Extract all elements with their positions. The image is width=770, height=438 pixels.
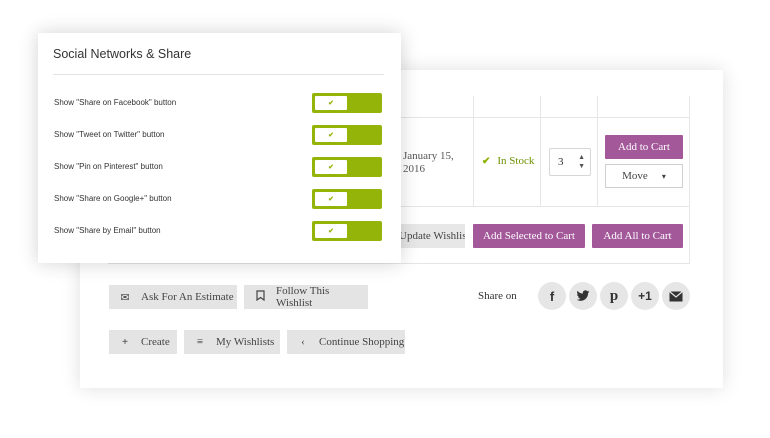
check-icon: ✔ [482,155,491,167]
add-selected-to-cart-button[interactable]: Add Selected to Cart [473,224,585,248]
toggle-knob: ✔ [315,160,347,174]
bookmark-icon [254,290,266,304]
quantity-stepper[interactable]: 3 ▲ ▼ [549,148,591,176]
follow-label: Follow This Wishlist [276,285,330,309]
plus-icon: + [121,336,129,348]
share-on-label: Share on [478,290,517,302]
table-divider [540,96,541,206]
continue-shopping-label: Continue Shopping [319,336,405,348]
create-label: Create [141,336,170,348]
facebook-icon[interactable]: f [538,282,566,310]
toggle-pinterest[interactable]: ✔ [312,157,382,177]
my-wishlists-button[interactable]: ≡ My Wishlists [184,330,280,354]
ask-estimate-button[interactable]: ✉ Ask For An Estimate [109,285,237,309]
table-divider [473,96,474,206]
email-icon[interactable] [662,282,690,310]
option-label-google-plus: Show "Share on Google+" button [54,194,172,203]
toggle-email[interactable]: ✔ [312,221,382,241]
toggle-knob: ✔ [315,128,347,142]
envelope-icon: ✉ [120,291,130,304]
divider [53,74,384,75]
twitter-icon[interactable] [569,282,597,310]
option-label-twitter: Show "Tweet on Twitter" button [54,130,165,139]
google-plus-icon[interactable]: +1 [631,282,659,310]
quantity-value: 3 [558,156,564,168]
toggle-knob: ✔ [315,224,347,238]
chevron-down-icon: ▾ [661,171,666,181]
stock-text: In Stock [497,155,535,167]
chevron-left-icon: ‹ [301,336,305,348]
panel-title: Social Networks & Share [53,47,192,61]
stock-status: ✔ In Stock [482,155,534,167]
move-select[interactable]: Move ▾ [605,164,683,188]
toggle-google-plus[interactable]: ✔ [312,189,382,209]
ask-estimate-label: Ask For An Estimate [141,291,234,303]
stepper-arrows-icon[interactable]: ▲ ▼ [578,153,585,171]
social-share-settings-panel: Social Networks & Share Show "Share on F… [38,33,401,263]
toggle-facebook[interactable]: ✔ [312,93,382,113]
add-to-cart-button[interactable]: Add to Cart [605,135,683,159]
add-all-to-cart-button[interactable]: Add All to Cart [592,224,683,248]
pinterest-icon[interactable]: p [600,282,628,310]
toggle-knob: ✔ [315,192,347,206]
list-icon: ≡ [196,336,204,348]
option-label-pinterest: Show "Pin on Pinterest" button [54,162,163,171]
toggle-twitter[interactable]: ✔ [312,125,382,145]
create-button[interactable]: + Create [109,330,177,354]
toggle-knob: ✔ [315,96,347,110]
option-label-email: Show "Share by Email" button [54,226,161,235]
move-label: Move [622,170,648,182]
continue-shopping-button[interactable]: ‹ Continue Shopping [287,330,405,354]
option-label-facebook: Show "Share on Facebook" button [54,98,177,107]
date-added: January 15, 2016 [403,150,454,175]
follow-wishlist-button[interactable]: Follow This Wishlist [244,285,368,309]
my-wishlists-label: My Wishlists [216,336,275,348]
table-divider [597,96,598,206]
